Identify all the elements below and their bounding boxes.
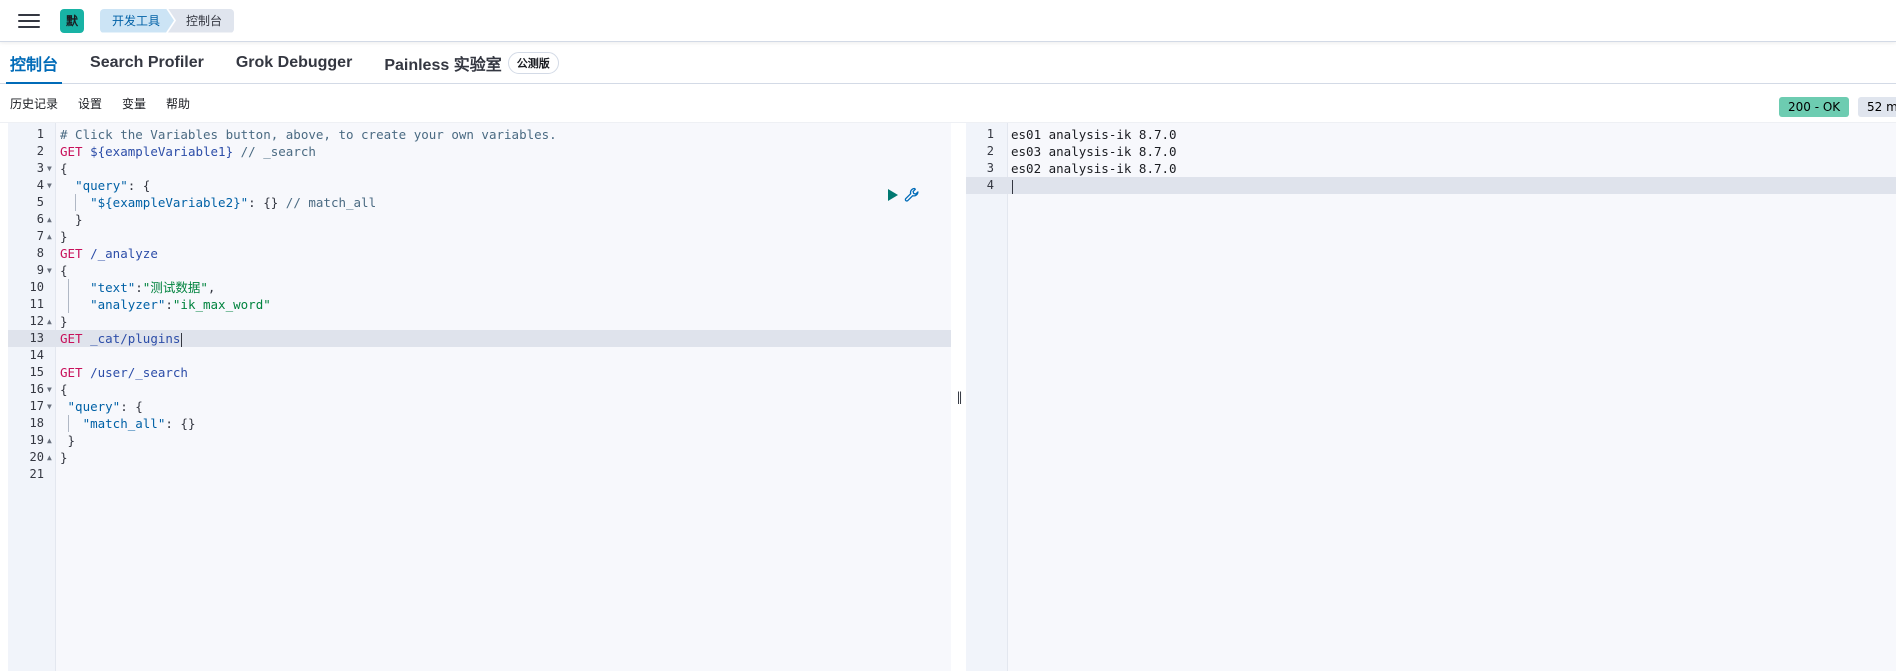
tab-label: Grok Debugger <box>235 54 353 71</box>
fold-toggle-icon[interactable]: ▼ <box>47 398 52 415</box>
code-line: 14 <box>29 348 44 362</box>
response-line: 2 es03 analysis-ik 8.7.0 <box>986 144 1177 159</box>
tab-label: 控制台 <box>10 57 59 74</box>
fold-toggle-icon[interactable]: ▲ <box>47 313 52 330</box>
settings-button[interactable]: 设置 <box>78 95 102 112</box>
code-line: 8 GET /_analyze <box>36 246 158 261</box>
tab-console[interactable]: 控制台 <box>6 43 63 84</box>
code-line: 5 "${exampleVariable2}": {} // match_all <box>36 194 377 211</box>
breadcrumb: 开发工具 控制台 <box>100 8 235 33</box>
console-toolbar: 历史记录 设置 变量 帮助 200 - OK 52 ms <box>0 84 1896 123</box>
code-line: 16 ▼ { <box>29 381 68 398</box>
code-line: 19 ▲ } <box>29 432 76 449</box>
code-line: 7 ▲ } <box>36 228 68 245</box>
fold-toggle-icon[interactable]: ▼ <box>47 177 52 194</box>
code-line: 11 "analyzer":"ik_max_word" <box>29 296 271 313</box>
code-line-active: 13 GET _cat/plugins <box>8 330 951 347</box>
fold-toggle-icon[interactable]: ▲ <box>47 432 52 449</box>
code-line: 9 ▼ { <box>36 262 68 279</box>
wrench-icon[interactable] <box>904 187 920 203</box>
tab-label: Painless 实验室 <box>384 57 502 74</box>
top-header: 默 开发工具 控制台 <box>0 0 1896 42</box>
code-line: 3 ▼ { <box>36 160 68 177</box>
breadcrumb-dev-tools[interactable]: 开发工具 <box>100 9 174 33</box>
space-avatar[interactable]: 默 <box>60 8 84 33</box>
tab-grok-debugger[interactable]: Grok Debugger <box>232 43 356 83</box>
fold-toggle-icon[interactable]: ▼ <box>47 381 52 398</box>
code-line: 12 ▲ } <box>29 313 68 330</box>
tab-search-profiler[interactable]: Search Profiler <box>86 43 208 83</box>
code-line: 2 GET ${exampleVariable1} // _search <box>36 144 316 159</box>
send-request-play-icon[interactable] <box>888 189 898 201</box>
fold-toggle-icon[interactable]: ▼ <box>47 262 52 279</box>
code-line: 21 <box>29 467 44 481</box>
response-line: 3 es02 analysis-ik 8.7.0 <box>986 161 1177 176</box>
variables-button[interactable]: 变量 <box>122 95 146 112</box>
response-line: 1 es01 analysis-ik 8.7.0 <box>986 127 1177 142</box>
fold-toggle-icon[interactable]: ▼ <box>47 160 52 177</box>
code-line: 15 GET /user/_search <box>29 365 188 380</box>
code-line: 10 "text":"测试数据", <box>29 279 216 296</box>
tab-label: Search Profiler <box>90 54 204 71</box>
code-line: 4 ▼ "query": { <box>36 177 151 194</box>
request-actions <box>888 187 920 203</box>
breadcrumb-console: 控制台 <box>168 8 235 33</box>
code-line: 20 ▲ } <box>29 449 68 466</box>
code-line: 17 ▼ "query": { <box>29 398 143 415</box>
response-editor: 1 es01 analysis-ik 8.7.0 2 es03 analysis-i… <box>966 123 1896 671</box>
fold-toggle-icon[interactable]: ▲ <box>47 211 52 228</box>
history-button[interactable]: 历史记录 <box>10 95 58 112</box>
tab-painless-lab[interactable]: Painless 实验室 公测版 <box>380 43 562 83</box>
panel-resizer[interactable]: || <box>951 123 966 671</box>
fold-toggle-icon[interactable]: ▲ <box>47 449 52 466</box>
status-badge: 200 - OK <box>1779 97 1850 117</box>
fold-toggle-icon[interactable]: ▲ <box>47 228 52 245</box>
response-line-active: 4 <box>966 177 1896 194</box>
code-line: 1 # Click the Variables button, above, t… <box>36 127 557 142</box>
dev-tools-tabs: 控制台 Search Profiler Grok Debugger Painle… <box>0 43 1896 84</box>
help-button[interactable]: 帮助 <box>166 95 190 112</box>
menu-icon[interactable] <box>16 11 42 31</box>
request-editor[interactable]: 1 # Click the Variables button, above, t… <box>8 123 951 671</box>
beta-badge: 公测版 <box>507 52 559 74</box>
code-line: 6 ▲ } <box>36 211 83 228</box>
request-time-badge: 52 ms <box>1858 97 1896 117</box>
code-line: 18 "match_all": {} <box>29 415 196 432</box>
